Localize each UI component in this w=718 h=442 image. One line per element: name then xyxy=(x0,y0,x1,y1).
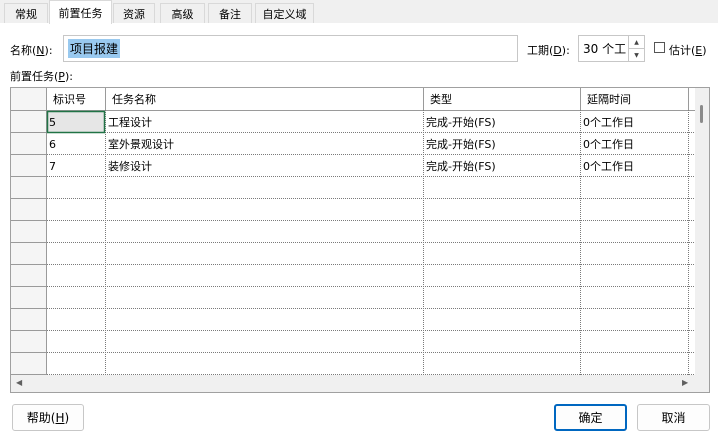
cell-type[interactable]: 完成-开始(FS) xyxy=(426,133,579,155)
tab-notes[interactable]: 备注 xyxy=(208,3,252,24)
column-header-lag[interactable]: 延隔时间 xyxy=(581,88,688,110)
predecessors-label: 前置任务(P): xyxy=(10,70,73,83)
estimate-label[interactable]: 估计(E) xyxy=(669,42,707,58)
predecessors-grid[interactable]: 标识号 任务名称 类型 延隔时间 5 工程设计 完成-开始(FS) 0个工作日 … xyxy=(10,87,710,393)
cell-lag[interactable]: 0个工作日 xyxy=(583,111,688,133)
help-button[interactable]: 帮助(H) xyxy=(12,404,84,431)
tab-advanced[interactable]: 高级 xyxy=(160,3,205,24)
cell-type[interactable]: 完成-开始(FS) xyxy=(426,155,579,177)
tab-resources[interactable]: 资源 xyxy=(113,3,155,24)
duration-spinner[interactable]: 30 个工 ▲ ▼ xyxy=(578,35,645,62)
scroll-left-icon[interactable]: ◀ xyxy=(16,378,22,387)
horizontal-scrollbar[interactable]: ◀ ▶ xyxy=(11,375,709,392)
scroll-right-icon[interactable]: ▶ xyxy=(682,378,688,387)
tab-general[interactable]: 常规 xyxy=(4,3,48,24)
duration-label: 工期(D): xyxy=(527,44,570,57)
tab-label: 资源 xyxy=(123,8,145,21)
tab-label: 备注 xyxy=(219,8,241,21)
name-label: 名称(N): xyxy=(10,44,53,57)
cell-id[interactable]: 5 xyxy=(49,111,104,133)
cell-id[interactable]: 7 xyxy=(49,155,104,177)
cell-id[interactable]: 6 xyxy=(49,133,104,155)
tab-custom-fields[interactable]: 自定义域 xyxy=(255,3,314,24)
cell-lag[interactable]: 0个工作日 xyxy=(583,155,688,177)
cancel-button[interactable]: 取消 xyxy=(637,404,710,431)
tab-predecessors[interactable]: 前置任务 xyxy=(49,0,112,24)
tab-label: 高级 xyxy=(171,8,194,21)
cell-lag[interactable]: 0个工作日 xyxy=(583,133,688,155)
tab-page-predecessors: 名称(N): 项目报建 工期(D): 30 个工 ▲ ▼ 估计(E) 前置任务(… xyxy=(0,23,718,442)
cell-task-name[interactable]: 工程设计 xyxy=(108,111,422,133)
column-header-type[interactable]: 类型 xyxy=(424,88,580,110)
scroll-thumb[interactable] xyxy=(700,105,703,123)
task-name-input[interactable]: 项目报建 xyxy=(63,35,518,62)
ok-button[interactable]: 确定 xyxy=(554,404,627,431)
spin-down-icon[interactable]: ▼ xyxy=(629,49,644,61)
task-name-value: 项目报建 xyxy=(68,39,121,58)
vertical-scrollbar[interactable] xyxy=(695,88,709,375)
column-header-task-name[interactable]: 任务名称 xyxy=(106,88,423,110)
cell-type[interactable]: 完成-开始(FS) xyxy=(426,111,579,133)
cell-task-name[interactable]: 室外景观设计 xyxy=(108,133,422,155)
spin-up-icon[interactable]: ▲ xyxy=(629,36,644,49)
duration-value[interactable]: 30 个工 xyxy=(579,36,628,61)
cell-task-name[interactable]: 装修设计 xyxy=(108,155,422,177)
tab-label: 常规 xyxy=(15,8,37,21)
tab-label: 前置任务 xyxy=(58,6,103,20)
tab-bar: 常规 前置任务 资源 高级 备注 自定义域 xyxy=(0,0,718,24)
column-header-id[interactable]: 标识号 xyxy=(47,88,105,110)
estimate-checkbox[interactable] xyxy=(654,42,665,53)
tab-label: 自定义域 xyxy=(262,8,307,21)
